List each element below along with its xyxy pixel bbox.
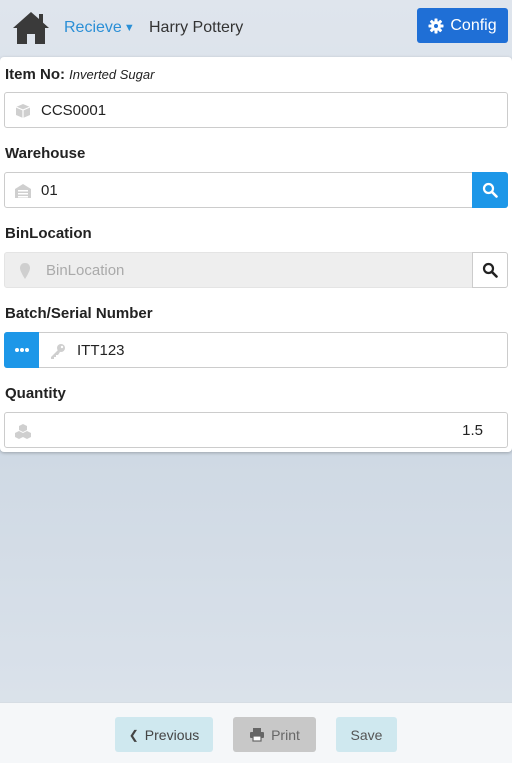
config-label: Config <box>450 16 497 34</box>
top-bar: Recieve ▼ Harry Pottery Config <box>0 0 512 56</box>
bin-search-button[interactable] <box>472 252 508 288</box>
cubes-icon <box>15 424 31 439</box>
warehouse-search-button[interactable] <box>472 172 508 208</box>
item-label-row: Item No: Inverted Sugar <box>5 66 154 83</box>
chevron-down-icon: ▼ <box>123 22 135 34</box>
warehouse-field[interactable]: 01 <box>4 172 508 208</box>
previous-label: Previous <box>144 726 200 743</box>
warehouse-label: Warehouse <box>5 145 86 162</box>
key-icon <box>51 344 65 359</box>
config-button[interactable]: Config <box>417 8 508 43</box>
item-value: CCS0001 <box>41 102 107 119</box>
warehouse-icon <box>15 184 31 198</box>
quantity-label: Quantity <box>5 385 66 402</box>
gear-icon <box>428 18 444 33</box>
search-icon <box>482 262 498 278</box>
save-label: Save <box>350 726 383 743</box>
item-field[interactable]: CCS0001 <box>4 92 508 128</box>
print-icon <box>250 728 265 742</box>
print-label: Print <box>271 726 300 743</box>
bin-label: BinLocation <box>5 225 92 242</box>
batch-value: ITT123 <box>77 342 125 359</box>
previous-button[interactable]: ❮ Previous <box>115 717 213 752</box>
company-name: Harry Pottery <box>149 19 244 36</box>
footer-bar: ❮ Previous Print Save <box>0 702 512 763</box>
receive-menu[interactable]: Recieve ▼ <box>64 19 135 37</box>
home-icon[interactable] <box>12 10 50 46</box>
bin-placeholder: BinLocation <box>46 262 125 279</box>
batch-field[interactable]: ITT123 <box>4 332 508 368</box>
bin-field[interactable]: BinLocation <box>4 252 508 288</box>
box-icon <box>15 104 31 118</box>
quantity-field[interactable]: 1.5 <box>4 412 508 448</box>
print-button[interactable]: Print <box>233 717 316 752</box>
warehouse-value: 01 <box>41 182 58 199</box>
batch-label: Batch/Serial Number <box>5 305 153 322</box>
quantity-value: 1.5 <box>462 422 483 439</box>
search-icon <box>482 182 498 198</box>
save-button[interactable]: Save <box>336 717 397 752</box>
chevron-left-icon: ❮ <box>128 727 139 742</box>
item-description: Inverted Sugar <box>69 67 155 82</box>
map-marker-icon <box>20 263 30 279</box>
receive-menu-label: Recieve <box>64 19 122 36</box>
batch-options-button[interactable] <box>4 332 39 368</box>
receive-form: Item No: Inverted Sugar CCS0001 Warehous… <box>0 57 512 452</box>
ellipsis-icon <box>14 348 29 352</box>
item-label: Item No: <box>5 66 65 83</box>
